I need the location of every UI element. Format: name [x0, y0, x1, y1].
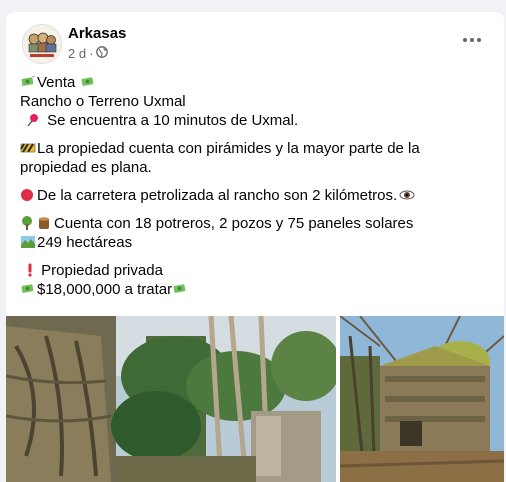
post-card: Arkasas 2 d · Venta Rancho o Terreno Uxm…	[6, 12, 504, 482]
globe-icon	[96, 46, 109, 61]
separator-dot: ·	[89, 46, 94, 61]
text-line-title: Rancho o Terreno Uxmal	[20, 93, 186, 110]
page-avatar[interactable]	[22, 24, 62, 64]
wood-icon	[37, 216, 53, 230]
post-time[interactable]: 2 d	[68, 46, 86, 61]
text-line-hectares: 249 hectáreas	[20, 233, 490, 252]
red-exclamation-icon	[26, 263, 36, 277]
post-header: Arkasas 2 d ·	[6, 12, 504, 68]
red-circle-icon	[20, 188, 36, 202]
money-with-wings-icon	[20, 75, 36, 89]
money-with-wings-icon	[20, 282, 36, 296]
money-with-wings-icon	[80, 75, 96, 89]
author-name[interactable]: Arkasas	[68, 25, 126, 42]
photo-grid	[6, 316, 504, 482]
more-options-icon[interactable]	[458, 30, 486, 50]
construction-icon	[20, 141, 36, 155]
eye-icon	[399, 188, 415, 202]
ruins-photo-2[interactable]	[340, 316, 504, 482]
money-with-wings-icon	[172, 282, 188, 296]
text-line-price: $18,000,000 a tratar	[20, 280, 490, 299]
text-line-pyramids: La propiedad cuenta con pirámides y la m…	[20, 139, 490, 158]
text-line-road: De la carretera petrolizada al rancho so…	[20, 186, 490, 205]
text-line-flat: propiedad es plana.	[20, 159, 152, 176]
ruins-photo-1[interactable]	[6, 316, 336, 482]
post-text: Venta Rancho o Terreno Uxmal Se encuentr…	[20, 73, 490, 299]
round-pushpin-icon	[26, 113, 42, 127]
post-meta: 2 d ·	[68, 46, 109, 61]
text-line-location: Se encuentra a 10 minutos de Uxmal.	[20, 111, 490, 130]
text-line-paddocks: Cuenta con 18 potreros, 2 pozos y 75 pan…	[20, 214, 490, 233]
deciduous-tree-icon	[20, 216, 36, 230]
text-line-venta: Venta	[20, 73, 490, 92]
national-park-icon	[20, 235, 36, 249]
text-line-private: Propiedad privada	[20, 261, 490, 280]
